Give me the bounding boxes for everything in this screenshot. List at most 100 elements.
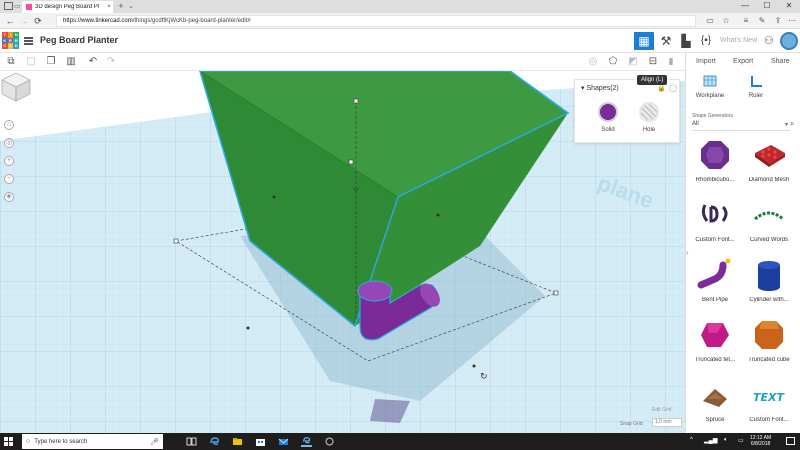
category-select[interactable]: All ▾ [692,121,790,131]
align-icon[interactable]: ⊟ [646,55,660,69]
paste-icon[interactable]: ▢ [24,55,38,69]
mail-icon[interactable] [278,436,289,447]
lock-icon[interactable]: 🔒 [657,84,666,92]
ruler-icon [751,76,762,87]
app-settings-icon[interactable] [324,436,335,447]
shape-item-custom-font[interactable]: Custom Font... [690,197,740,253]
url-field[interactable]: https://www.tinkercad.com/things/gcdftKj… [56,15,696,27]
close-window-button[interactable]: ✕ [778,0,800,13]
edge-active-icon[interactable] [301,436,312,447]
copy-icon[interactable]: ⧉ [4,55,18,69]
add-user-icon[interactable]: ⚇ [764,34,774,47]
shape-item-rhombicuboctahedron[interactable]: Rhombicubo... [690,137,740,193]
snap-grid-select[interactable]: 1.0 mm [652,418,682,427]
light-icon[interactable]: ◯ [669,84,677,92]
reading-view-icon[interactable]: ▭ [704,15,716,27]
redo-button[interactable]: ↷ [104,55,118,69]
delete-icon[interactable]: ▥ [64,55,78,69]
workplane-ruler-tools: Workplane Ruler [686,75,800,107]
shape-item-truncated-cube[interactable]: Truncated cube [744,317,794,373]
fit-view-icon[interactable]: ◎ [4,138,14,148]
network-icon[interactable]: ▂▄▆ [704,437,717,444]
home-view-icon[interactable]: ⌂ [4,120,14,130]
import-button[interactable]: Import [696,58,716,65]
tab-actions-icon[interactable] [4,2,13,10]
3d-workspace[interactable]: plane ↻ ⌂ ◎ + − ◈ ▾ Shapes(2) 🔒 ◯ Solid … [0,71,685,433]
microphone-icon[interactable]: 🎤︎ [150,438,159,446]
shape-item-bent-pipe[interactable]: Bent Pipe [690,257,740,313]
group-icon[interactable]: ◩ [626,55,640,69]
favorite-star-icon[interactable]: ☆ [720,15,732,27]
avatar[interactable] [780,32,798,50]
shape-item-cylinder[interactable]: Cylinder with... [744,257,794,313]
shape-item-truncated-tetrahedron[interactable]: Truncated tet... [690,317,740,373]
document-title[interactable]: Peg Board Planter [40,35,118,45]
clock-date: 6/8/2018 [750,441,771,447]
inspector-title[interactable]: ▾ Shapes(2) [581,84,619,92]
duplicate-icon[interactable]: ❐ [44,55,58,69]
favorites-hub-icon[interactable]: ≡ [740,15,752,27]
edge-browser-icon[interactable] [209,436,220,447]
design-list-icon[interactable] [24,37,33,45]
windows-start-icon[interactable] [4,437,13,446]
tinkercad-logo[interactable]: T I N K E R C A D [2,32,19,49]
search-icon[interactable]: ⌕ [790,119,794,129]
shape-item-spruce[interactable]: Spruce [690,377,740,433]
tray-chevron-icon[interactable]: ^ [690,437,693,443]
shape-item-curved-words[interactable]: Curved Words [744,197,794,253]
more-icon[interactable]: ⋯ [786,15,798,27]
light-bulb-icon[interactable]: ◎ [586,55,600,69]
tab-preview-icon[interactable]: ▭ [14,2,21,10]
edit-grid-link[interactable]: Edit Grid [652,407,671,413]
new-tab-button[interactable]: + [116,1,126,12]
workplane-icon [703,75,717,87]
view-cube[interactable] [0,71,32,103]
forward-button[interactable]: → [18,15,30,27]
3d-view-grid-icon[interactable]: ▦ [634,32,654,50]
solid-color-swatch[interactable] [598,102,618,122]
store-icon[interactable] [255,436,266,447]
volume-icon[interactable]: 🔈︎ [724,437,728,444]
minimize-button[interactable]: — [734,0,756,13]
notifications-icon[interactable] [786,437,795,445]
svg-text:TEXT: TEXT [753,391,785,404]
app-header: T I N K E R C A D Peg Board Planter ▦ ⚒ … [0,29,800,53]
tab-close-icon[interactable]: × [105,4,113,10]
notes-icon[interactable]: ✎ [756,15,768,27]
shape-item-label: Truncated cube [748,357,790,363]
ruler-tool[interactable]: Ruler [736,75,776,99]
zoom-in-icon[interactable]: + [4,156,14,166]
bricks-icon[interactable]: ▙ [676,32,696,50]
maximize-button[interactable]: ☐ [756,0,778,13]
battery-icon[interactable]: ▭ [738,437,744,444]
perspective-icon[interactable]: ◈ [4,192,14,202]
shape-generators-label: Shape Generators [692,113,733,119]
whats-new-link[interactable]: What's New [720,37,757,44]
export-button[interactable]: Export [733,58,753,65]
codeblocks-icon[interactable]: {▪} [696,32,716,50]
panel-collapse-chevron-icon[interactable]: › [686,248,689,257]
mirror-icon[interactable]: ⦀ [664,55,678,69]
undo-button[interactable]: ↶ [86,55,100,69]
share-button[interactable]: Share [771,58,790,65]
shape-item-diamond-mesh[interactable]: Diamond Mesh [744,137,794,193]
url-path: /things/gcdftKjWcKb-peg-board-planter/ed… [132,18,251,24]
file-explorer-icon[interactable] [232,436,243,447]
import-export-share-bar: Import Export Share [686,53,800,71]
workplane-tool[interactable]: Workplane [690,75,730,99]
refresh-button[interactable]: ⟳ [32,15,44,27]
browser-tab[interactable]: 3D design Peg Board Pl × [22,1,113,13]
back-button[interactable]: ← [4,15,16,27]
zoom-out-icon[interactable]: − [4,174,14,184]
blocks-pickaxe-icon[interactable]: ⚒ [656,32,676,50]
shape-item-custom-font-text[interactable]: TEXT Custom Font... [744,377,794,433]
task-view-icon[interactable] [186,436,197,447]
tab-list-chevron-icon[interactable]: ⌄ [128,2,134,10]
system-clock[interactable]: 12:12 AM 6/8/2018 [750,435,771,447]
note-icon[interactable]: ⬠ [606,55,620,69]
share-icon[interactable]: ⇪ [772,15,784,27]
hole-swatch[interactable] [639,102,659,122]
tinkercad-favicon-icon [26,4,32,10]
taskbar-search[interactable]: ○ Type here to search 🎤︎ [22,434,163,449]
cylinder-icon [758,261,780,291]
